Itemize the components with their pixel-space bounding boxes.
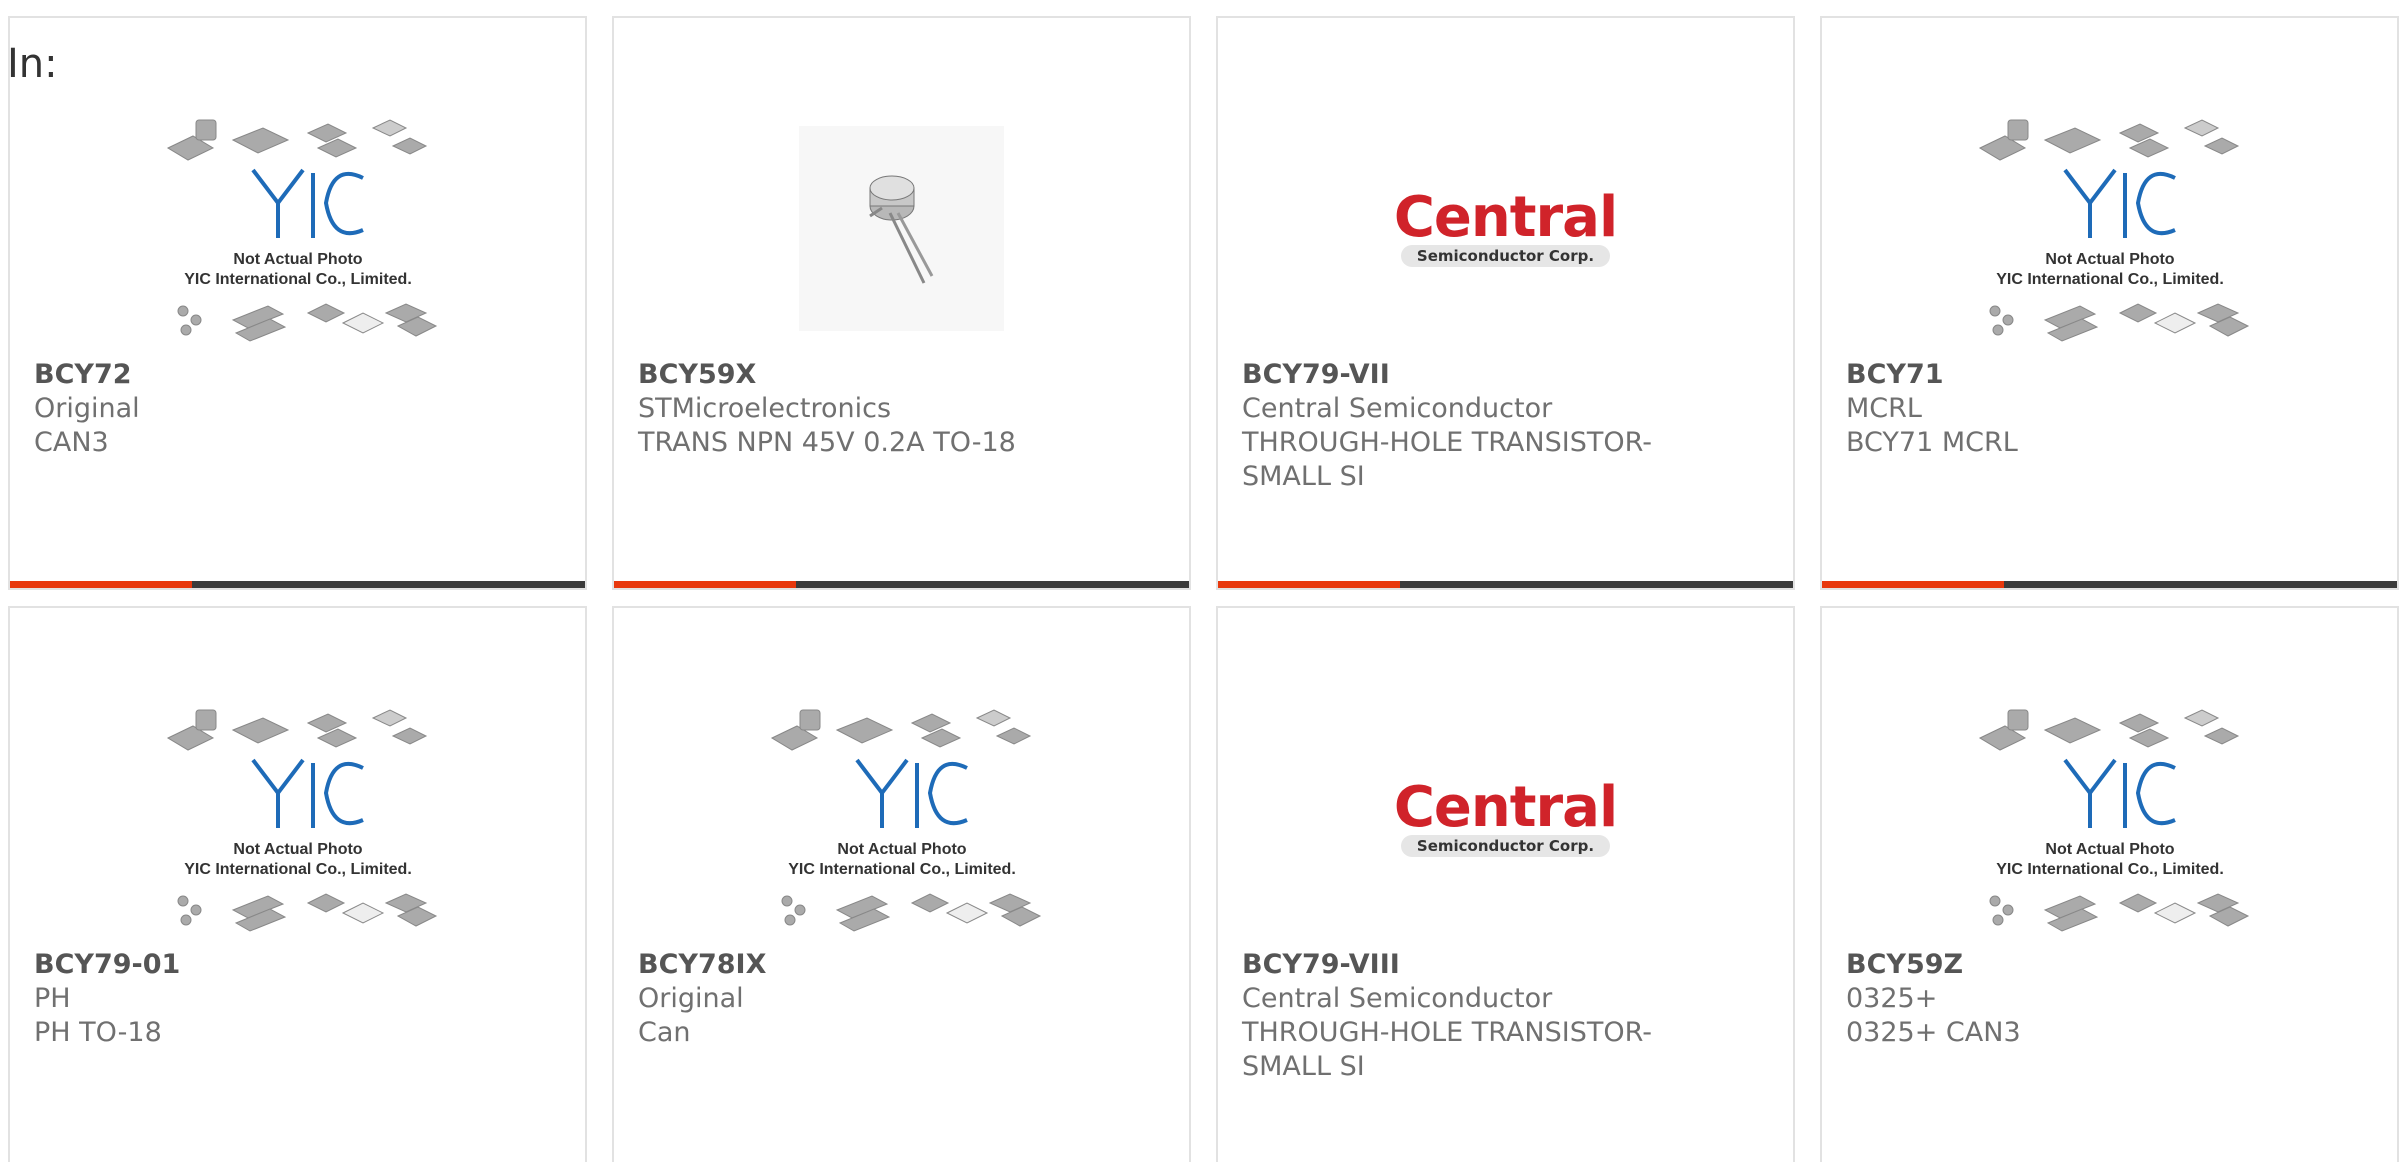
part-number[interactable]: BCY78IX xyxy=(638,948,1165,982)
product-card[interactable]: Central Semiconductor Corp. BCY79-VIII C… xyxy=(1216,606,1795,1162)
in-label: In: xyxy=(7,41,58,87)
manufacturer: MCRL xyxy=(1846,393,1922,424)
placeholder-line1: Not Actual Photo xyxy=(2045,251,2174,268)
product-card[interactable]: Not Actual Photo YIC International Co., … xyxy=(8,606,587,1162)
product-info: BCY79-VII Central Semiconductor THROUGH-… xyxy=(1242,358,1769,494)
description: THROUGH-HOLE TRANSISTOR-SMALL SI xyxy=(1242,427,1652,492)
placeholder-line1: Not Actual Photo xyxy=(233,841,362,858)
part-number[interactable]: BCY79-VII xyxy=(1242,358,1769,392)
central-semiconductor-logo: Central Semiconductor Corp. xyxy=(1393,774,1618,857)
placeholder-line1: Not Actual Photo xyxy=(233,251,362,268)
transistor-photo xyxy=(799,125,1004,331)
part-number[interactable]: BCY59Z xyxy=(1846,948,2373,982)
product-grid-page: Not Actual Photo YIC International Co., … xyxy=(0,0,2400,1162)
placeholder-line2: YIC International Co., Limited. xyxy=(1996,861,2224,878)
description: TRANS NPN 45V 0.2A TO-18 xyxy=(638,427,1016,458)
product-image[interactable]: Central Semiconductor Corp. xyxy=(1218,88,1793,368)
product-info: BCY79-VIII Central Semiconductor THROUGH… xyxy=(1242,948,1769,1084)
card-bottom-bar xyxy=(10,581,585,588)
card-accent xyxy=(1218,581,1400,588)
card-bottom-bar xyxy=(1822,581,2397,588)
card-bottom-bar xyxy=(1218,581,1793,588)
yic-placeholder-image: Not Actual Photo YIC International Co., … xyxy=(166,709,437,932)
product-image[interactable]: Not Actual Photo YIC International Co., … xyxy=(10,88,585,368)
card-bottom-bar xyxy=(614,581,1189,588)
card-accent xyxy=(614,581,796,588)
product-image[interactable]: Not Actual Photo YIC International Co., … xyxy=(1822,88,2397,368)
central-logo-subtext: Semiconductor Corp. xyxy=(1400,834,1611,857)
description: CAN3 xyxy=(34,427,109,458)
manufacturer: 0325+ xyxy=(1846,983,1938,1014)
manufacturer: Original xyxy=(638,983,744,1014)
product-card[interactable]: BCY59X STMicroelectronics TRANS NPN 45V … xyxy=(612,16,1191,590)
product-card[interactable]: Not Actual Photo YIC International Co., … xyxy=(1820,606,2399,1162)
central-logo-text: Central xyxy=(1393,774,1618,840)
placeholder-line2: YIC International Co., Limited. xyxy=(184,861,412,878)
card-accent xyxy=(1822,581,2004,588)
part-number[interactable]: BCY59X xyxy=(638,358,1165,392)
part-number[interactable]: BCY71 xyxy=(1846,358,2373,392)
product-card[interactable]: Central Semiconductor Corp. BCY79-VII Ce… xyxy=(1216,16,1795,590)
placeholder-line2: YIC International Co., Limited. xyxy=(1996,271,2224,288)
placeholder-line2: YIC International Co., Limited. xyxy=(184,271,412,288)
placeholder-line2: YIC International Co., Limited. xyxy=(788,861,1016,878)
product-info: BCY59X STMicroelectronics TRANS NPN 45V … xyxy=(638,358,1165,460)
card-accent xyxy=(10,581,192,588)
manufacturer: Central Semiconductor xyxy=(1242,393,1553,424)
product-info: BCY78IX Original Can xyxy=(638,948,1165,1050)
description: PH TO-18 xyxy=(34,1017,162,1048)
manufacturer: PH xyxy=(34,983,71,1014)
yic-placeholder-image: Not Actual Photo YIC International Co., … xyxy=(770,709,1041,932)
part-number[interactable]: BCY79-01 xyxy=(34,948,561,982)
yic-placeholder-image: Not Actual Photo YIC International Co., … xyxy=(1978,119,2249,342)
manufacturer: STMicroelectronics xyxy=(638,393,892,424)
description: Can xyxy=(638,1017,691,1048)
description: 0325+ CAN3 xyxy=(1846,1017,2021,1048)
product-card[interactable]: Not Actual Photo YIC International Co., … xyxy=(612,606,1191,1162)
product-image[interactable]: Central Semiconductor Corp. xyxy=(1218,678,1793,958)
product-info: BCY71 MCRL BCY71 MCRL xyxy=(1846,358,2373,460)
part-number[interactable]: BCY72 xyxy=(34,358,561,392)
manufacturer: Central Semiconductor xyxy=(1242,983,1553,1014)
yic-placeholder-image: Not Actual Photo YIC International Co., … xyxy=(1978,709,2249,932)
to18-transistor-icon xyxy=(868,175,933,284)
product-info: BCY72 Original CAN3 xyxy=(34,358,561,460)
placeholder-line1: Not Actual Photo xyxy=(837,841,966,858)
product-info: BCY79-01 PH PH TO-18 xyxy=(34,948,561,1050)
product-image[interactable]: Not Actual Photo YIC International Co., … xyxy=(614,678,1189,958)
description: THROUGH-HOLE TRANSISTOR-SMALL SI xyxy=(1242,1017,1652,1082)
product-image[interactable] xyxy=(614,88,1189,368)
product-image[interactable]: Not Actual Photo YIC International Co., … xyxy=(1822,678,2397,958)
central-logo-text: Central xyxy=(1393,184,1618,250)
manufacturer: Original xyxy=(34,393,140,424)
part-number[interactable]: BCY79-VIII xyxy=(1242,948,1769,982)
product-card[interactable]: Not Actual Photo YIC International Co., … xyxy=(1820,16,2399,590)
product-grid: Not Actual Photo YIC International Co., … xyxy=(8,16,2400,1162)
yic-placeholder-image: Not Actual Photo YIC International Co., … xyxy=(166,119,437,342)
product-info: BCY59Z 0325+ 0325+ CAN3 xyxy=(1846,948,2373,1050)
product-card[interactable]: Not Actual Photo YIC International Co., … xyxy=(8,16,587,590)
description: BCY71 MCRL xyxy=(1846,427,2018,458)
central-semiconductor-logo: Central Semiconductor Corp. xyxy=(1393,184,1618,267)
central-logo-subtext: Semiconductor Corp. xyxy=(1400,244,1611,267)
placeholder-line1: Not Actual Photo xyxy=(2045,841,2174,858)
product-image[interactable]: Not Actual Photo YIC International Co., … xyxy=(10,678,585,958)
